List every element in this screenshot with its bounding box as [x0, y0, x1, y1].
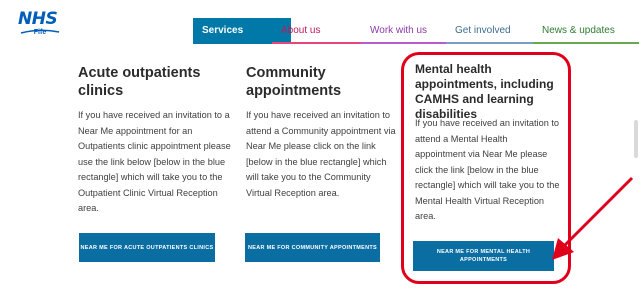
near-me-community-button[interactable]: NEAR ME FOR COMMUNITY APPOINTMENTS — [245, 233, 380, 262]
nav-underline — [446, 42, 536, 44]
nav-underline — [361, 42, 449, 44]
logo-text: NHS — [18, 9, 58, 29]
acute-outpatients-section: Acute outpatients clinics If you have re… — [78, 64, 238, 213]
scrollbar[interactable] — [634, 120, 638, 158]
nav-label: Work with us — [370, 25, 428, 36]
nav-item-work-with-us[interactable]: Work with us — [361, 18, 449, 44]
nav-label: Services — [202, 25, 244, 36]
nav-label: News & updates — [542, 25, 615, 36]
section-body: If you have received an invitation to at… — [246, 110, 396, 198]
section-title: Community appointments — [246, 65, 342, 99]
nav-item-about-us[interactable]: About us — [272, 18, 368, 44]
button-label: NEAR ME FOR ACUTE OUTPATIENTS CLINICS — [80, 244, 214, 251]
near-me-acute-outpatients-button[interactable]: NEAR ME FOR ACUTE OUTPATIENTS CLINICS — [79, 233, 215, 262]
highlight-box — [401, 52, 571, 284]
community-section: Community appointments If you have recei… — [246, 64, 396, 198]
nav-label: About us — [281, 25, 321, 36]
nhs-fife-logo[interactable]: NHS Fife — [18, 11, 62, 36]
nav-item-get-involved[interactable]: Get involved — [446, 18, 536, 44]
nav-item-news-updates[interactable]: News & updates — [533, 18, 639, 44]
red-arrow-icon — [552, 176, 634, 260]
section-title: Acute outpatients clinics — [78, 65, 201, 99]
nav-underline — [533, 42, 639, 44]
nav-label: Get involved — [455, 25, 511, 36]
logo-swoosh-icon — [20, 29, 60, 34]
nav-underline — [272, 42, 368, 44]
section-body: If you have received an invitation to a … — [78, 110, 231, 213]
button-label: NEAR ME FOR COMMUNITY APPOINTMENTS — [247, 244, 378, 251]
